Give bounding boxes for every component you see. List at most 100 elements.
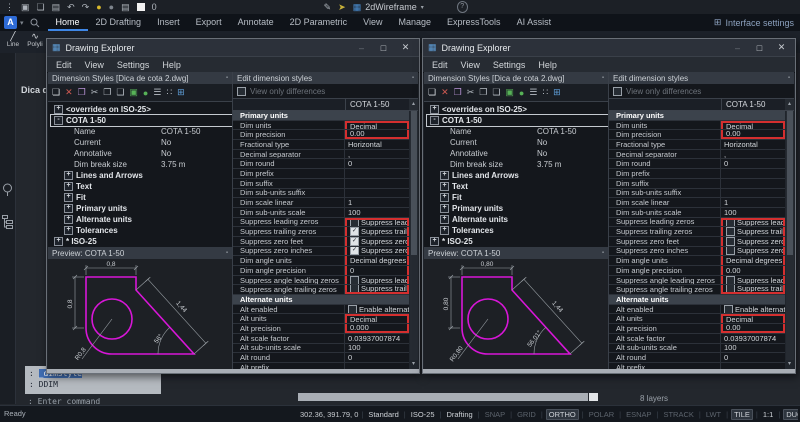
- grid-checkbox[interactable]: [726, 247, 735, 256]
- lamp-off-icon[interactable]: ●: [109, 2, 114, 12]
- grid-row[interactable]: Fractional typeHorizontal: [233, 140, 409, 150]
- status-toggle-ortho[interactable]: ORTHO: [546, 409, 579, 420]
- dialog-title-bar[interactable]: ▦ Drawing Explorer – □ ✕: [47, 39, 419, 57]
- redo-icon[interactable]: ↷: [82, 2, 90, 13]
- tab-annotate[interactable]: Annotate: [230, 14, 282, 31]
- tree-item[interactable]: CurrentNo: [437, 137, 608, 148]
- grid-checkbox[interactable]: [348, 305, 357, 314]
- grid-checkbox[interactable]: ✓: [350, 247, 359, 256]
- tree-item[interactable]: -COTA 1-50: [51, 115, 232, 126]
- visual-style-combo[interactable]: ▦ 2dWireframe ▾: [353, 2, 424, 13]
- status-toggle-1-1[interactable]: 1:1: [761, 410, 775, 419]
- delete-style-icon[interactable]: ✕: [65, 87, 73, 98]
- grid-row[interactable]: Dim unitsDecimal: [233, 121, 409, 131]
- tree-item[interactable]: +Text: [437, 181, 608, 192]
- tree-item[interactable]: +<overrides on ISO-25>: [427, 104, 608, 115]
- grid-checkbox[interactable]: [726, 285, 735, 293]
- horizontal-scrollbar[interactable]: [298, 393, 588, 401]
- tree-view-icon[interactable]: ⊞: [177, 87, 185, 98]
- grid-row[interactable]: Alt unitsDecimal: [609, 314, 785, 324]
- icons-view-icon[interactable]: ∷: [542, 87, 548, 98]
- undo-icon[interactable]: ↶: [67, 2, 75, 13]
- grid-row[interactable]: Suppress zero inches✓Suppress zero inche…: [233, 247, 409, 257]
- tree-item[interactable]: CurrentNo: [61, 137, 232, 148]
- list-view-icon[interactable]: ☰: [153, 87, 161, 98]
- pin-icon[interactable]: ▪: [412, 75, 414, 81]
- grid-row[interactable]: Dim unitsDecimal: [609, 121, 785, 131]
- copy-icon[interactable]: ❐: [479, 87, 487, 98]
- menu-view[interactable]: View: [85, 60, 104, 70]
- tree-item[interactable]: +* ISO-25: [427, 236, 608, 247]
- structure-panel-icon[interactable]: [2, 215, 13, 229]
- delete-style-icon[interactable]: ✕: [441, 87, 449, 98]
- grid-row[interactable]: Dim suffix: [609, 179, 785, 189]
- grid-row[interactable]: Alt sub-units scale100: [233, 344, 409, 354]
- grid-row[interactable]: Alt prefix: [233, 363, 409, 369]
- grid-row[interactable]: Decimal separator,: [609, 150, 785, 160]
- grid-row[interactable]: Alt enabledEnable alternate units: [609, 305, 785, 315]
- grid-row[interactable]: Suppress trailing zeros✓Suppress trailin…: [233, 227, 409, 237]
- print-icon[interactable]: ▤: [121, 2, 130, 13]
- paste-icon[interactable]: ❑: [116, 87, 124, 98]
- grid-row[interactable]: Dim precision0.00: [609, 130, 785, 140]
- menu-edit[interactable]: Edit: [432, 60, 448, 70]
- tree-item[interactable]: -COTA 1-50: [427, 115, 608, 126]
- paste-icon[interactable]: ❑: [492, 87, 500, 98]
- grid-row[interactable]: Alt precision0.000: [233, 324, 409, 334]
- scroll-down-icon[interactable]: ▾: [785, 360, 794, 369]
- pin-icon[interactable]: ▪: [226, 75, 228, 81]
- maximize-button[interactable]: □: [375, 43, 392, 53]
- grid-row[interactable]: Suppress angle trailing zerosSuppress tr…: [233, 285, 409, 295]
- search-icon[interactable]: [30, 18, 40, 28]
- grid-checkbox[interactable]: [726, 227, 735, 236]
- grid-checkbox[interactable]: [350, 276, 359, 285]
- grid-checkbox[interactable]: ✓: [350, 237, 359, 246]
- new-style-icon[interactable]: ❏: [428, 87, 436, 98]
- grid-row[interactable]: Dim angle unitsDecimal degrees: [233, 256, 409, 266]
- status-toggle-snap[interactable]: SNAP: [483, 410, 507, 419]
- status-toggle-strack[interactable]: STRACK: [661, 410, 695, 419]
- tab-manage[interactable]: Manage: [391, 14, 440, 31]
- status-toggle-ducs[interactable]: DUCS: [783, 409, 798, 420]
- status-toggle-grid[interactable]: GRID: [515, 410, 538, 419]
- tree-item[interactable]: NameCOTA 1-50: [61, 126, 232, 137]
- grid-row[interactable]: Suppress zero inchesSuppress zero inches: [609, 247, 785, 257]
- grid-checkbox[interactable]: [724, 305, 733, 314]
- tree-item[interactable]: AnnotativeNo: [437, 148, 608, 159]
- grid-row[interactable]: Suppress leading zerosSuppress leading z…: [233, 218, 409, 228]
- dialog-title-bar[interactable]: ▦ Drawing Explorer – □ ✕: [423, 39, 795, 57]
- grid-row[interactable]: Suppress angle leading zerosSuppress lea…: [609, 276, 785, 286]
- lamp-on-icon[interactable]: ●: [96, 2, 101, 12]
- grid-row[interactable]: Decimal separator,: [233, 150, 409, 160]
- tips-icon[interactable]: [2, 183, 13, 197]
- vertical-scrollbar[interactable]: ▾: [785, 111, 794, 369]
- status-toggle-esnap[interactable]: ESNAP: [624, 410, 653, 419]
- tree-item[interactable]: +Alternate units: [61, 214, 232, 225]
- scrollbar-thumb[interactable]: [411, 111, 417, 255]
- help-icon[interactable]: ?: [457, 1, 468, 13]
- grid-row[interactable]: Dim scale linear1: [233, 198, 409, 208]
- tab-ai-assist[interactable]: AI Assist: [509, 14, 560, 31]
- grid-row[interactable]: Alt unitsDecimal: [233, 314, 409, 324]
- menu-settings[interactable]: Settings: [493, 60, 526, 70]
- tab-insert[interactable]: Insert: [149, 14, 188, 31]
- status-toggle-lwt[interactable]: LWT: [704, 410, 723, 419]
- menu-settings[interactable]: Settings: [117, 60, 150, 70]
- update-icon[interactable]: ●: [143, 88, 148, 98]
- new-drawing-icon[interactable]: ❏: [37, 2, 45, 13]
- new-style-icon[interactable]: ❏: [52, 87, 60, 98]
- app-logo[interactable]: A: [4, 16, 17, 29]
- tab-2d-parametric[interactable]: 2D Parametric: [282, 14, 356, 31]
- grid-row[interactable]: Alt round0: [233, 353, 409, 363]
- tree-item[interactable]: Dim break size3.75 m: [61, 159, 232, 170]
- tree-item[interactable]: +Primary units: [437, 203, 608, 214]
- close-button[interactable]: ✕: [773, 42, 790, 53]
- pin-icon[interactable]: ▪: [788, 75, 790, 81]
- tree-item[interactable]: +Tolerances: [61, 225, 232, 236]
- tree-item[interactable]: +<overrides on ISO-25>: [51, 104, 232, 115]
- grid-row[interactable]: Dim sub-units scale100: [233, 208, 409, 218]
- grid-row[interactable]: Suppress angle leading zerosSuppress lea…: [233, 276, 409, 286]
- close-button[interactable]: ✕: [397, 42, 414, 53]
- pen-icon[interactable]: ✎: [324, 2, 332, 13]
- app-menu-caret-icon[interactable]: ▾: [20, 19, 24, 27]
